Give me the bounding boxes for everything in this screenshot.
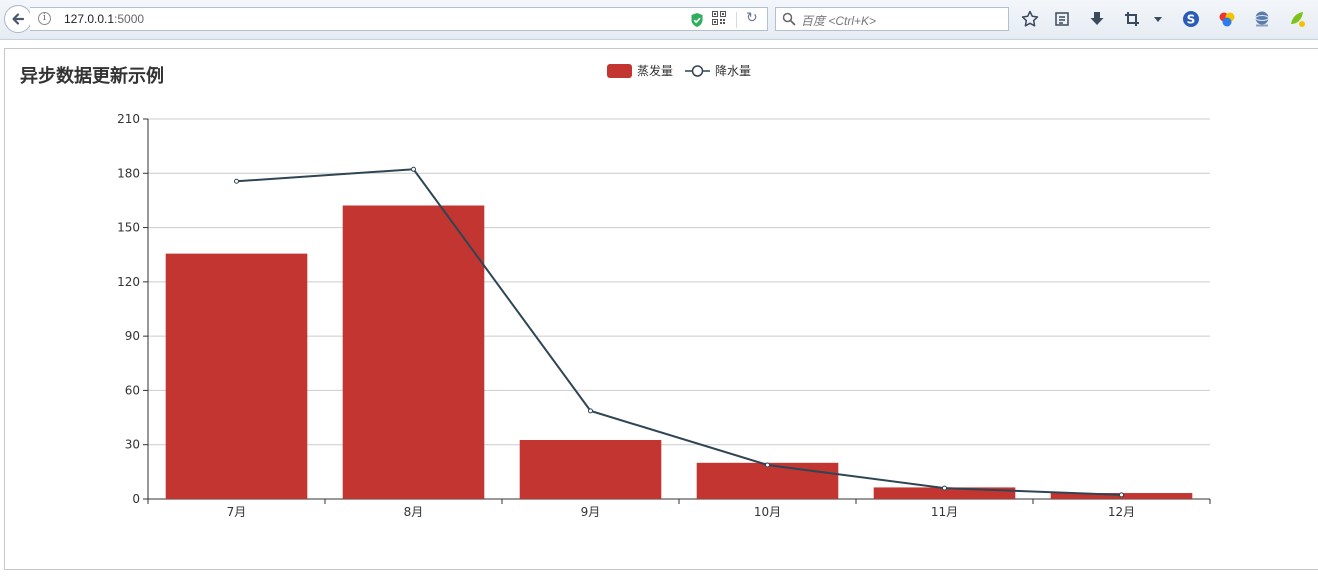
y-tick-label: 0 [132,492,140,506]
x-tick-label: 8月 [404,505,424,519]
bar-7月[interactable] [165,253,308,499]
y-tick-label: 60 [125,383,140,397]
line-point-8月[interactable] [411,166,416,172]
x-tick-label: 7月 [227,505,247,519]
y-tick-label: 150 [117,221,140,235]
chart-plot: 0 30 60 90 120 150 180 210 7月 8月 9月 10月 11月 12月 [117,112,1211,519]
bar-9月[interactable] [519,440,662,499]
x-tick-label: 9月 [581,505,601,519]
x-tick-label: 11月 [931,505,958,519]
x-tick-label: 10月 [754,505,781,519]
y-tick-label: 90 [125,329,140,343]
y-tick-label: 30 [125,438,140,452]
line-point-12月[interactable] [1119,492,1124,498]
line-point-10月[interactable] [765,462,770,468]
x-tick-label: 12月 [1108,505,1135,519]
bar-10月[interactable] [696,462,839,499]
y-tick-label: 120 [117,275,140,289]
line-point-7月[interactable] [234,178,239,184]
bar-8月[interactable] [342,205,485,499]
y-tick-label: 180 [117,166,140,180]
y-tick-label: 210 [117,112,140,126]
line-point-11月[interactable] [942,485,947,491]
line-point-9月[interactable] [588,408,593,414]
